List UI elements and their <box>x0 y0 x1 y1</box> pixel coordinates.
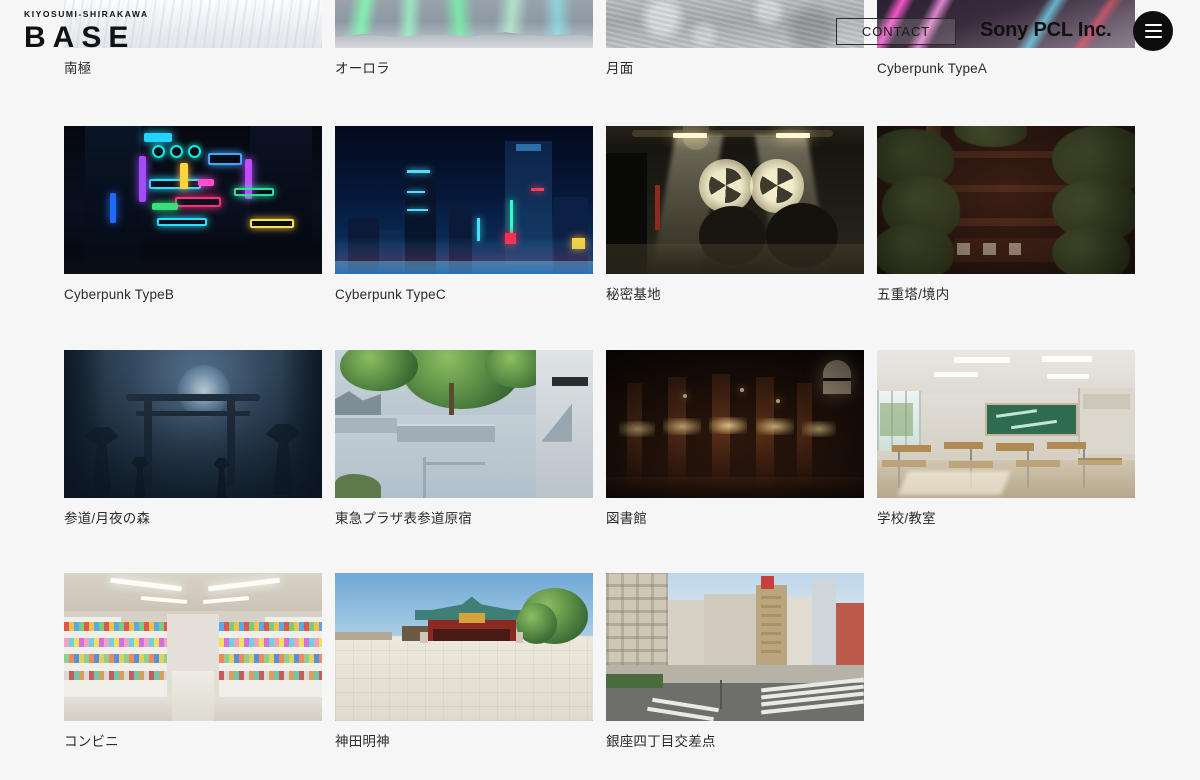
artwork-cyberpunk-c <box>335 126 593 274</box>
gallery-item[interactable]: 図書館 <box>606 350 864 528</box>
gallery-item[interactable]: 東急プラザ表参道原宿 <box>335 350 593 528</box>
thumbnail-ginza-crossing[interactable] <box>606 573 864 721</box>
gallery-caption: 月面 <box>606 61 634 76</box>
thumbnail-torii[interactable] <box>64 350 322 498</box>
gallery-caption: コンビニ <box>64 734 119 749</box>
logo-subtitle: KIYOSUMI-SHIRAKAWA <box>24 9 149 19</box>
gallery-caption: 図書館 <box>606 511 648 526</box>
artwork-plaza <box>335 350 593 498</box>
page-root: 南極 オーロラ 月面 Cyberpunk TypeA Cyberpunk Typ… <box>0 0 1200 780</box>
contact-button[interactable]: CONTACT <box>836 18 956 45</box>
gallery-caption: 東急プラザ表参道原宿 <box>335 511 472 526</box>
artwork-aurora <box>335 0 593 48</box>
gallery-item[interactable]: 参道/月夜の森 <box>64 350 322 528</box>
artwork-library <box>606 350 864 498</box>
gallery-item[interactable]: 月面 <box>606 0 864 78</box>
gallery-item[interactable]: 学校/教室 <box>877 350 1135 528</box>
gallery-item[interactable]: 五重塔/境内 <box>877 126 1135 304</box>
gallery-caption: 参道/月夜の森 <box>64 511 151 526</box>
thumbnail-kanda-myojin[interactable] <box>335 573 593 721</box>
logo-title: BASE <box>24 20 136 54</box>
artwork-shrine <box>335 573 593 721</box>
gallery-caption: 神田明神 <box>335 734 390 749</box>
artwork-classroom <box>877 350 1135 498</box>
gallery-row: 南極 オーロラ 月面 Cyberpunk TypeA <box>64 0 1135 78</box>
thumbnail-aurora[interactable] <box>335 0 593 48</box>
artwork-secret-base <box>606 126 864 274</box>
gallery-row: 参道/月夜の森 東急プラザ表参道原宿 図書館 学校/教室 <box>64 350 1135 528</box>
thumbnail-library[interactable] <box>606 350 864 498</box>
gallery-caption: 学校/教室 <box>877 511 936 526</box>
menu-bar <box>1144 24 1162 26</box>
gallery-item[interactable]: 銀座四丁目交差点 <box>606 573 864 751</box>
menu-bar <box>1144 36 1162 38</box>
gallery-item[interactable]: Cyberpunk TypeB <box>64 126 322 304</box>
gallery-caption: Cyberpunk TypeB <box>64 287 175 302</box>
gallery-item[interactable]: 秘密基地 <box>606 126 864 304</box>
artwork-moon <box>606 0 864 48</box>
gallery-caption: オーロラ <box>335 61 390 76</box>
artwork-torii <box>64 350 322 498</box>
gallery-caption: Cyberpunk TypeA <box>877 61 988 76</box>
gallery-row: Cyberpunk TypeB Cyberpunk TypeC 秘密基地 五重塔… <box>64 126 1135 304</box>
gallery-caption: Cyberpunk TypeC <box>335 287 446 302</box>
thumbnail-cyberpunk-type-c[interactable] <box>335 126 593 274</box>
artwork-store <box>64 573 322 721</box>
gallery-item[interactable]: 神田明神 <box>335 573 593 751</box>
brand-logo: Sony PCL Inc. <box>980 19 1112 41</box>
thumbnail-pagoda[interactable] <box>877 126 1135 274</box>
site-logo[interactable]: KIYOSUMI-SHIRAKAWA BASE <box>24 10 149 54</box>
thumbnail-secret-base[interactable] <box>606 126 864 274</box>
gallery-item[interactable]: Cyberpunk TypeC <box>335 126 593 304</box>
hamburger-menu-icon[interactable] <box>1133 11 1173 51</box>
thumbnail-convenience-store[interactable] <box>64 573 322 721</box>
thumbnail-cyberpunk-type-b[interactable] <box>64 126 322 274</box>
gallery-item[interactable]: コンビニ <box>64 573 322 751</box>
gallery-caption: 秘密基地 <box>606 287 661 302</box>
artwork-cyberpunk-b <box>64 126 322 274</box>
gallery-caption: 五重塔/境内 <box>877 287 950 302</box>
gallery-row: コンビニ 神田明神 銀座四丁目交差点 <box>64 573 864 751</box>
thumbnail-tokyu-plaza[interactable] <box>335 350 593 498</box>
artwork-ginza <box>606 573 864 721</box>
menu-bar <box>1144 30 1162 32</box>
thumbnail-moon[interactable] <box>606 0 864 48</box>
gallery-caption: 銀座四丁目交差点 <box>606 734 716 749</box>
thumbnail-classroom[interactable] <box>877 350 1135 498</box>
artwork-pagoda <box>877 126 1135 274</box>
gallery-item[interactable]: オーロラ <box>335 0 593 78</box>
